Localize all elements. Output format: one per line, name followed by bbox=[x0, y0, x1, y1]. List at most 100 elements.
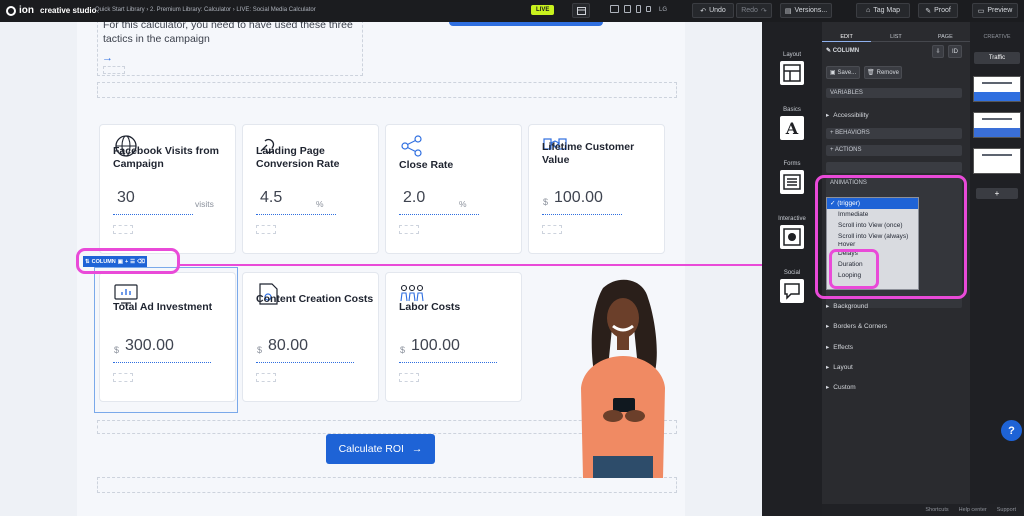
rail-item-forms[interactable]: Forms bbox=[762, 161, 822, 194]
effects-label: Effects bbox=[833, 343, 854, 351]
intro-arrow-link[interactable]: → bbox=[102, 52, 113, 64]
page-settings-button[interactable] bbox=[572, 3, 590, 18]
ion-logo-icon bbox=[6, 5, 16, 16]
id-label: ID bbox=[952, 48, 958, 55]
card-value[interactable]: 30 bbox=[117, 189, 135, 207]
rail-label: Forms bbox=[783, 161, 801, 167]
background-label: Background bbox=[833, 302, 868, 310]
value-underline bbox=[399, 362, 497, 363]
versions-button[interactable]: ▤ Versions... bbox=[780, 3, 832, 18]
section-outline bbox=[97, 82, 677, 98]
add-page-button[interactable]: + bbox=[976, 188, 1018, 199]
card-title: Content Creation Costs bbox=[256, 293, 374, 305]
proof-icon: ✎ bbox=[925, 7, 932, 15]
id-button[interactable]: ID bbox=[948, 45, 962, 58]
save-button[interactable]: ▣ Save... bbox=[826, 66, 860, 79]
top-cta-button-edge[interactable] bbox=[449, 22, 603, 26]
card-labor-costs[interactable]: Labor Costs $ 100.00 bbox=[385, 272, 522, 402]
brand-logo[interactable]: ion creative studio bbox=[6, 5, 96, 16]
page-thumbnail-2[interactable] bbox=[973, 112, 1021, 138]
text-icon: A bbox=[780, 116, 804, 140]
page-settings-icon bbox=[576, 6, 586, 15]
rail-item-social[interactable]: Social bbox=[762, 270, 822, 303]
rail-label: Basics bbox=[783, 107, 801, 113]
remove-button[interactable]: 🗑 Remove bbox=[864, 66, 902, 79]
variables-header[interactable]: VARIABLES bbox=[826, 88, 962, 98]
tab-page[interactable]: PAGE bbox=[920, 32, 970, 42]
card-facebook-visits[interactable]: Facebook Visits from Campaign 30 visits bbox=[99, 124, 236, 254]
card-value[interactable]: 100.00 bbox=[411, 337, 460, 355]
actions-header[interactable]: + ACTIONS bbox=[826, 145, 962, 156]
layout-row[interactable]: ▸ Layout bbox=[826, 360, 962, 374]
card-content-creation-costs[interactable]: Content Creation Costs $ 80.00 bbox=[242, 272, 379, 402]
card-placeholder bbox=[542, 225, 562, 234]
redo-button[interactable]: Redo ↷ bbox=[736, 3, 772, 18]
device-size-label[interactable]: LG bbox=[659, 7, 667, 13]
page-thumbnail-1[interactable] bbox=[973, 76, 1021, 102]
tag-icon: ⌂ bbox=[865, 7, 871, 14]
support-link[interactable]: Support bbox=[997, 507, 1016, 513]
shortcuts-link[interactable]: Shortcuts bbox=[925, 507, 948, 513]
save-icon: ▣ bbox=[829, 70, 836, 76]
card-title: Facebook Visits from Campaign bbox=[113, 145, 220, 170]
download-button[interactable]: ⇩ bbox=[932, 45, 944, 58]
card-value[interactable]: 80.00 bbox=[268, 337, 308, 355]
card-close-rate[interactable]: Close Rate 2.0 % bbox=[385, 124, 522, 254]
triangle-right-icon: ▸ bbox=[826, 384, 830, 391]
card-placeholder bbox=[399, 225, 419, 234]
card-value[interactable]: 4.5 bbox=[260, 189, 282, 207]
undo-button[interactable]: ↶ Undo bbox=[692, 3, 734, 18]
behaviors-header[interactable]: + BEHAVIORS bbox=[826, 128, 962, 139]
play-icon bbox=[780, 225, 804, 249]
element-title-label: COLUMN bbox=[832, 48, 860, 54]
help-button[interactable]: ? bbox=[1001, 420, 1022, 441]
borders-corners-label: Borders & Corners bbox=[833, 322, 888, 330]
tab-list[interactable]: LIST bbox=[871, 32, 921, 42]
preview-button[interactable]: ▭ Preview bbox=[972, 3, 1018, 18]
tag-map-button[interactable]: ⌂ Tag Map bbox=[856, 3, 910, 18]
breadcrumb[interactable]: Quick Start Library › 2. Premium Library… bbox=[95, 7, 316, 13]
value-underline bbox=[113, 214, 193, 215]
borders-corners-row[interactable]: ▸ Borders & Corners bbox=[826, 319, 962, 333]
desktop-view-icon[interactable] bbox=[610, 5, 619, 13]
brand-name: ion bbox=[19, 5, 34, 16]
card-value[interactable]: 100.00 bbox=[554, 189, 603, 207]
preview-label: Preview bbox=[987, 7, 1013, 14]
traffic-tab[interactable]: Traffic bbox=[974, 52, 1020, 64]
custom-row[interactable]: ▸ Custom bbox=[826, 380, 962, 394]
trash-icon: 🗑 bbox=[867, 70, 875, 76]
card-unit: % bbox=[459, 199, 467, 209]
widget-rail: Layout Basics A Forms Interactive Social bbox=[762, 22, 822, 516]
effects-row[interactable]: ▸ Effects bbox=[826, 340, 962, 354]
card-currency: $ bbox=[543, 197, 549, 207]
rail-item-basics[interactable]: Basics A bbox=[762, 107, 822, 140]
small-mobile-view-icon[interactable] bbox=[646, 6, 651, 12]
help-center-link[interactable]: Help center bbox=[959, 507, 987, 513]
card-value[interactable]: 2.0 bbox=[403, 189, 425, 207]
tablet-view-icon[interactable] bbox=[624, 5, 631, 13]
selected-column-outline[interactable] bbox=[94, 267, 238, 413]
rail-item-layout[interactable]: Layout bbox=[762, 52, 822, 85]
collapsed-section[interactable] bbox=[826, 162, 962, 173]
background-row[interactable]: ▸ Background bbox=[826, 299, 962, 313]
accessibility-row[interactable]: ▸ Accessibility bbox=[826, 108, 962, 122]
layout-label: Layout bbox=[833, 363, 853, 371]
page-thumbnail-3[interactable] bbox=[973, 148, 1021, 174]
card-placeholder bbox=[256, 373, 276, 382]
card-title: Labor Costs bbox=[399, 301, 461, 313]
calculate-roi-button[interactable]: Calculate ROI → bbox=[326, 434, 435, 464]
tag-map-label: Tag Map bbox=[873, 7, 901, 14]
tab-edit[interactable]: EDIT bbox=[822, 32, 872, 42]
element-title: ✎ COLUMN bbox=[826, 47, 859, 54]
person-image bbox=[581, 279, 665, 478]
mobile-view-icon[interactable] bbox=[636, 5, 641, 13]
panel-tabs: EDIT LIST PAGE bbox=[822, 32, 970, 42]
preview-icon: ▭ bbox=[977, 7, 985, 15]
save-label: Save... bbox=[837, 69, 857, 76]
card-title: Close Rate bbox=[399, 159, 454, 171]
card-landing-page-conversion[interactable]: Landing Page Conversion Rate 4.5 % bbox=[242, 124, 379, 254]
rail-item-interactive[interactable]: Interactive bbox=[762, 216, 822, 249]
proof-button[interactable]: ✎ Proof bbox=[918, 3, 958, 18]
card-lifetime-customer-value[interactable]: Lifetime Customer Value $ 100.00 bbox=[528, 124, 665, 254]
form-icon bbox=[780, 170, 804, 194]
